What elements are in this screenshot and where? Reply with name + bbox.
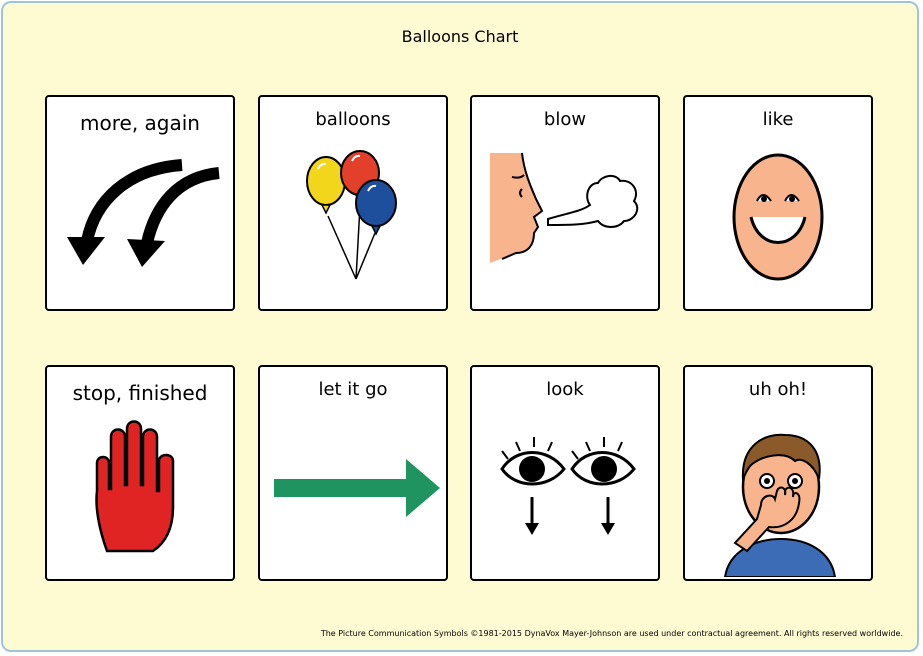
- card-label: let it go: [318, 379, 388, 400]
- card-label: like: [762, 109, 794, 130]
- card-label: more, again: [80, 111, 200, 135]
- surprised-boy-icon: [723, 433, 837, 577]
- card-look[interactable]: look: [470, 365, 660, 581]
- eyes-looking-down-icon: [500, 437, 636, 535]
- stop-hand-icon: [95, 420, 175, 553]
- right-arrow-icon: [274, 459, 440, 517]
- blowing-face-icon: [490, 152, 639, 263]
- symbol-board: Balloons Chart more, again balloons blow…: [1, 1, 919, 652]
- card-let-it-go[interactable]: let it go: [258, 365, 448, 581]
- card-uh-oh[interactable]: uh oh!: [683, 365, 873, 581]
- card-label: blow: [543, 109, 587, 130]
- card-balloons[interactable]: balloons: [258, 95, 448, 311]
- card-label: stop, finished: [72, 381, 208, 405]
- curved-arrows-icon: [67, 159, 220, 267]
- card-like[interactable]: like: [683, 95, 873, 311]
- card-stop-finished[interactable]: stop, finished: [45, 365, 235, 581]
- card-label: uh oh!: [748, 379, 808, 400]
- board-title: Balloons Chart: [401, 27, 519, 46]
- card-label: look: [546, 379, 584, 400]
- copyright-notice: The Picture Communication Symbols ©1981-…: [320, 629, 903, 638]
- smiling-face-icon: [732, 153, 824, 281]
- card-blow[interactable]: blow: [470, 95, 660, 311]
- card-label: balloons: [315, 109, 391, 130]
- balloons-icon: [306, 150, 397, 280]
- card-more-again[interactable]: more, again: [45, 95, 235, 311]
